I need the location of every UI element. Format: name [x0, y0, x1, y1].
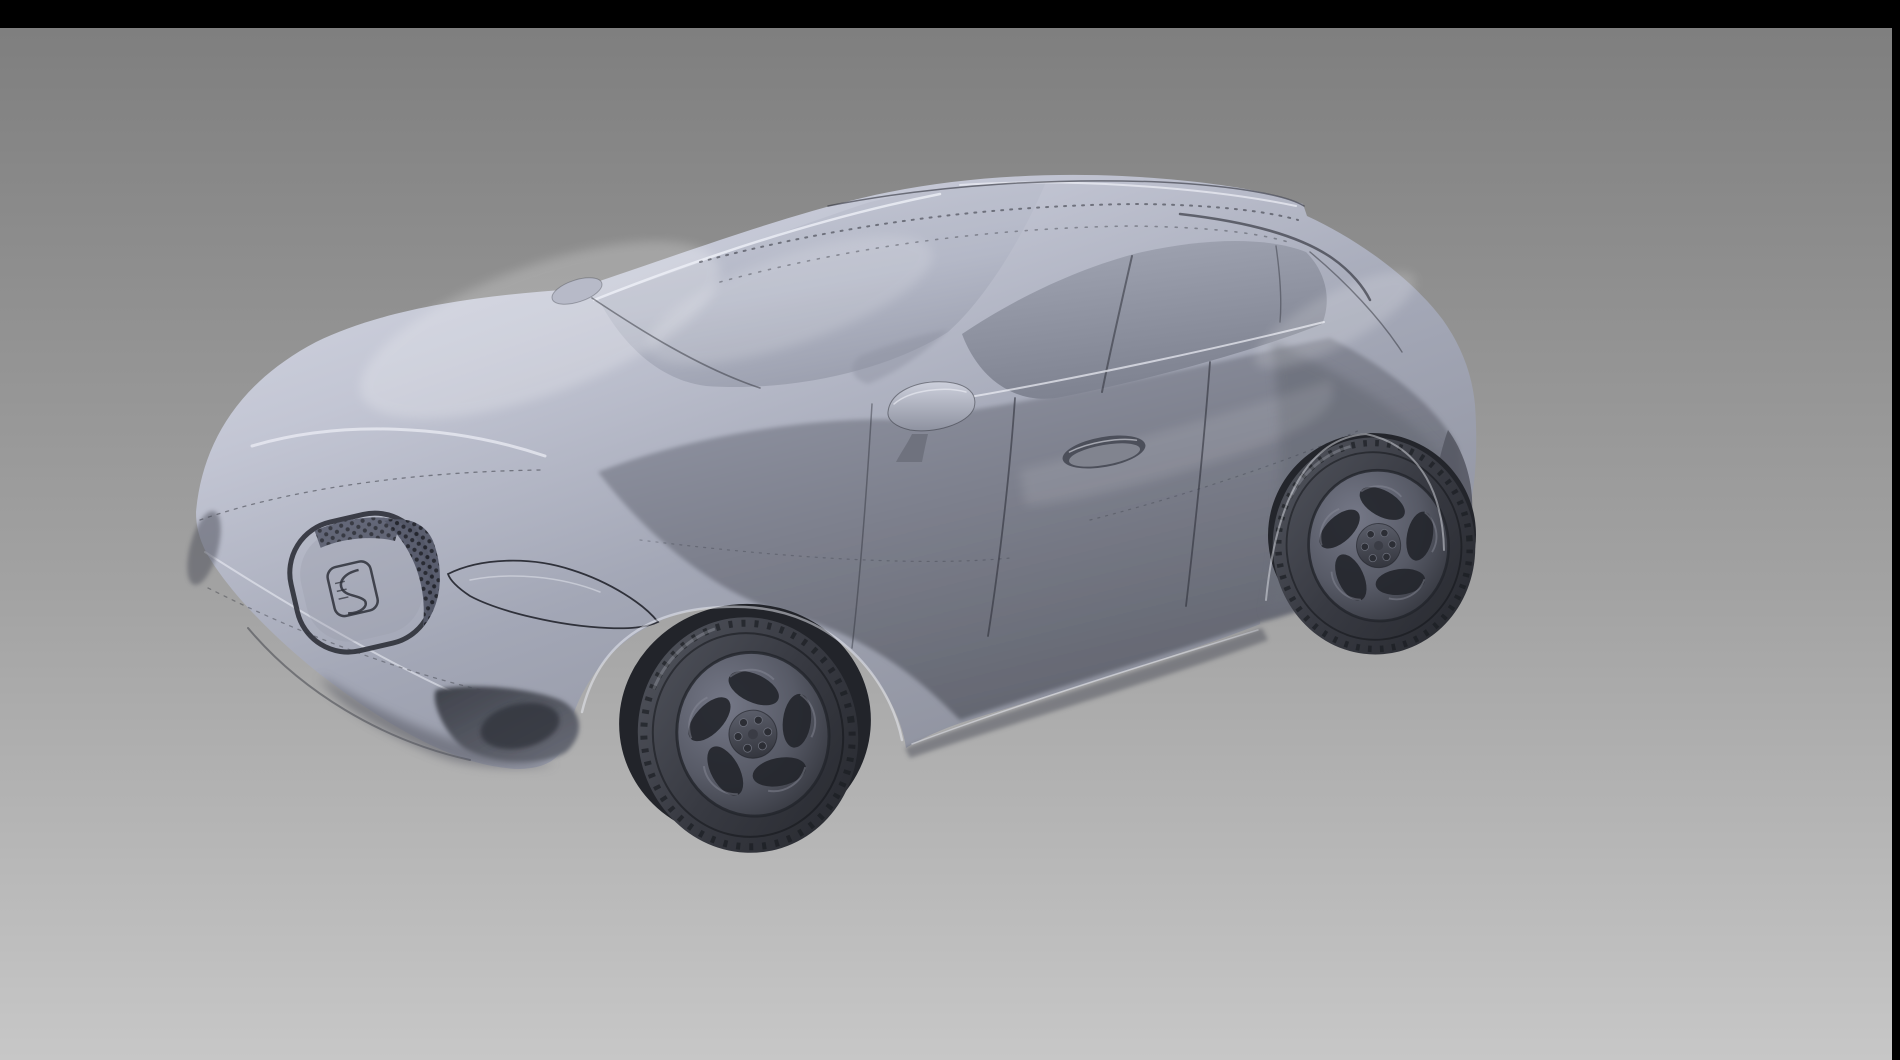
car-model [0, 0, 1900, 1060]
3d-viewport[interactable] [0, 0, 1900, 1060]
screen [0, 0, 1900, 1060]
letterbox-top-bar [0, 0, 1900, 28]
letterbox-right-bar [1892, 0, 1900, 1060]
